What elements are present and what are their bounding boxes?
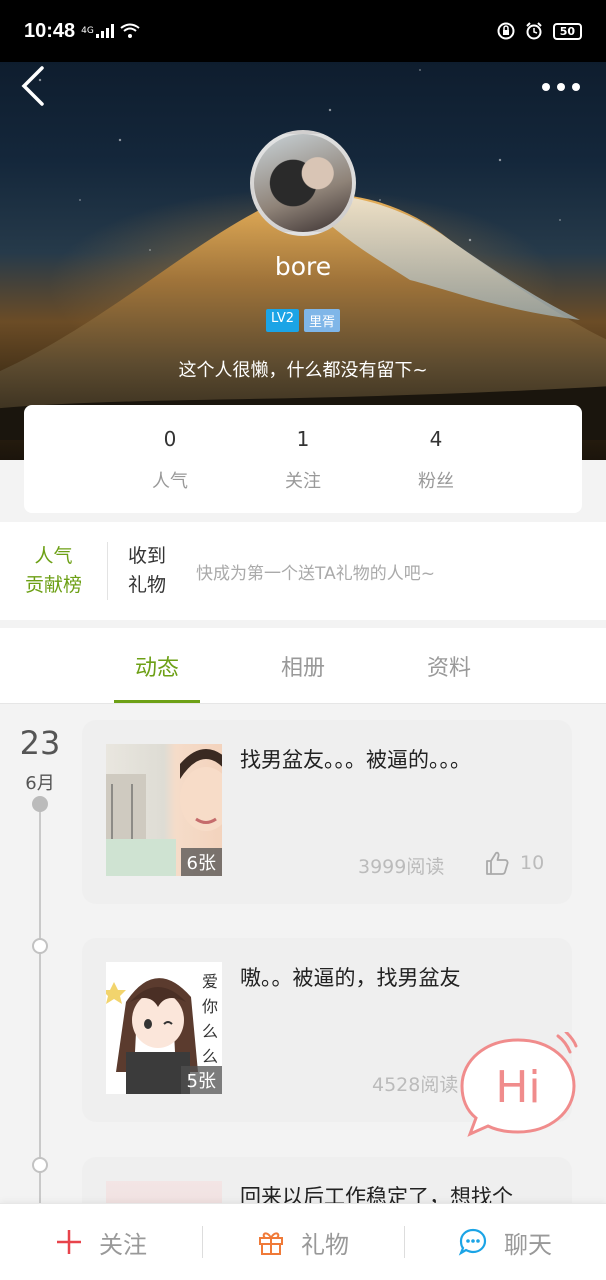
follow-button[interactable]: 关注 xyxy=(0,1204,202,1280)
profile-tabs: 动态 相册 资料 xyxy=(0,628,606,704)
photo-count: 6张 xyxy=(180,848,222,876)
signal-icon xyxy=(95,24,114,38)
stat-following[interactable]: 1 关注 xyxy=(237,405,370,513)
like-button[interactable]: 10 xyxy=(484,850,544,876)
post-title: 找男盆友。。。被逼的。。。 xyxy=(240,748,471,772)
like-count: 10 xyxy=(520,852,545,874)
received-gifts-label: 收到 礼物 xyxy=(108,542,196,600)
follow-label: 关注 xyxy=(99,1230,147,1259)
stat-fans[interactable]: 4 粉丝 xyxy=(370,405,503,513)
more-dot-icon xyxy=(542,83,550,91)
thumbs-up-icon xyxy=(486,851,509,875)
stat-label: 关注 xyxy=(285,471,321,492)
timeline-dot xyxy=(32,938,48,954)
rank-badge: 里胥 xyxy=(303,309,340,332)
hi-bubble-label: Hi xyxy=(495,1062,540,1113)
gift-row[interactable]: 人气 贡献榜 收到 礼物 快成为第一个送TA礼物的人吧~ xyxy=(0,522,606,620)
date-day: 23 xyxy=(19,724,61,762)
timeline-dot xyxy=(32,1157,48,1173)
art-lettering: 爱 xyxy=(202,972,218,991)
avatar[interactable] xyxy=(250,130,356,236)
post-title: 嗷。。被逼的，找男盆友 xyxy=(240,966,461,990)
more-dot-icon xyxy=(572,83,580,91)
stat-popularity[interactable]: 0 人气 xyxy=(104,405,237,513)
wifi-icon xyxy=(120,23,140,38)
stat-value: 0 xyxy=(163,427,177,451)
network-indicator: 4G xyxy=(81,26,94,36)
tab-moments[interactable]: 动态 xyxy=(84,628,230,703)
contribution-rank-link[interactable]: 人气 贡献榜 xyxy=(0,542,108,600)
battery-indicator: 50 xyxy=(552,22,582,40)
badge-row: LV2 里胥 xyxy=(0,309,606,332)
status-bar: 10:48 4G 50 xyxy=(0,0,606,62)
received-label-line: 收到 xyxy=(128,545,167,567)
tab-album[interactable]: 相册 xyxy=(230,628,376,703)
photo-count: 5张 xyxy=(180,1066,222,1094)
date-month: 6月 xyxy=(25,773,55,794)
received-label-line: 礼物 xyxy=(128,574,167,596)
stats-card: 0 人气 1 关注 4 粉丝 xyxy=(24,405,582,513)
art-lettering: 你 xyxy=(202,997,218,1016)
stat-value: 1 xyxy=(296,427,310,451)
level-badge: LV2 xyxy=(266,309,299,332)
stat-label: 人气 xyxy=(152,471,188,492)
post-thumbnail: 爱 你 么 么 5张 xyxy=(106,962,222,1094)
stat-value: 4 xyxy=(429,427,443,451)
username: bore xyxy=(274,252,332,281)
back-arrow-icon[interactable] xyxy=(18,64,52,108)
gift-icon xyxy=(259,1232,283,1255)
timeline-dot xyxy=(32,796,48,812)
chat-bubble-icon xyxy=(458,1228,487,1256)
tab-info[interactable]: 资料 xyxy=(376,628,522,703)
plus-icon xyxy=(57,1230,81,1254)
more-options-button[interactable] xyxy=(542,80,586,94)
status-time: 10:48 xyxy=(24,19,76,42)
read-count: 3999阅读 xyxy=(358,856,445,878)
lock-rotation-icon xyxy=(497,22,515,40)
rank-label-line: 贡献榜 xyxy=(24,574,82,596)
read-count: 4528阅读 xyxy=(372,1074,459,1096)
more-dot-icon xyxy=(557,83,565,91)
gift-hint: 快成为第一个送TA礼物的人吧~ xyxy=(196,563,435,584)
gift-label: 礼物 xyxy=(301,1230,349,1259)
rank-label-line: 人气 xyxy=(34,545,73,567)
post-card[interactable]: 6张 找男盆友。。。被逼的。。。 3999阅读 10 xyxy=(82,720,572,904)
art-lettering: 么 xyxy=(202,1047,218,1066)
art-lettering: 么 xyxy=(202,1022,218,1041)
bio-text: 这个人很懒，什么都没有留下~ xyxy=(178,360,428,381)
chat-button[interactable]: 聊天 xyxy=(404,1204,606,1280)
gift-button[interactable]: 礼物 xyxy=(202,1204,404,1280)
post-thumbnail: 6张 xyxy=(106,744,222,876)
chat-label: 聊天 xyxy=(504,1230,552,1259)
alarm-icon xyxy=(525,22,542,40)
stat-label: 粉丝 xyxy=(418,471,454,492)
hi-greeting-button[interactable]: Hi xyxy=(458,1032,578,1140)
bottom-action-bar: 关注 礼物 聊天 xyxy=(0,1203,606,1280)
